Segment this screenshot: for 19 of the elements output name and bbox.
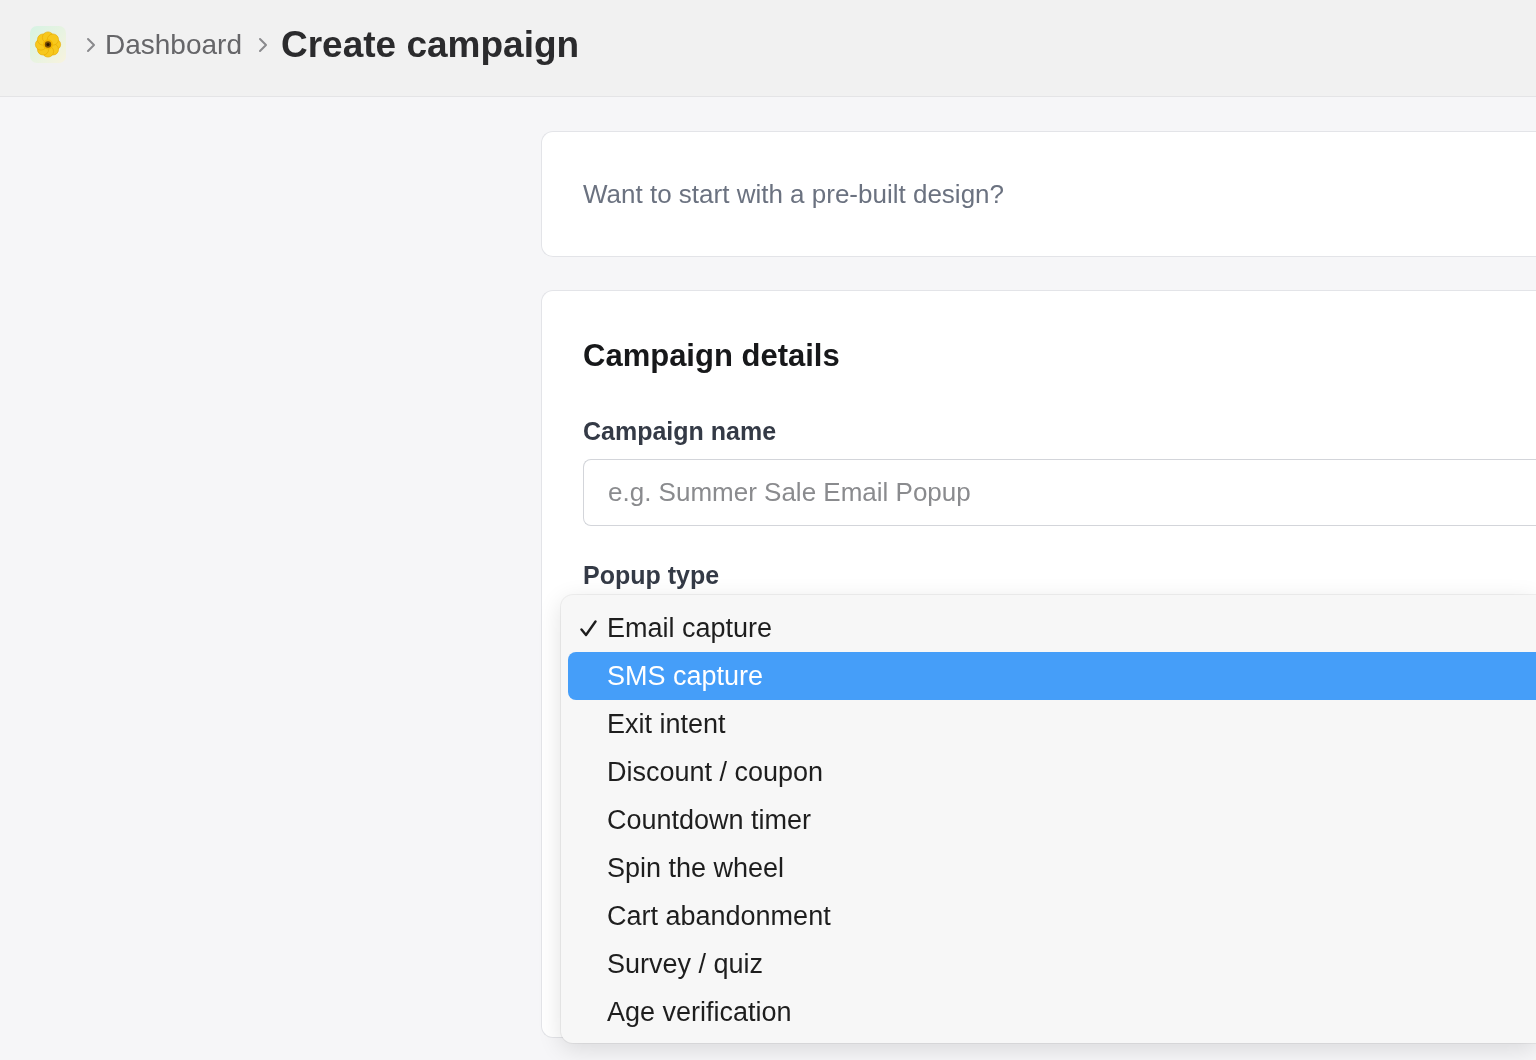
field-label: Campaign name (583, 416, 777, 446)
field-label: Popup type (583, 560, 720, 590)
menu-item[interactable]: Survey / quiz (568, 940, 1536, 988)
menu-item[interactable]: Age verification (568, 988, 1536, 1036)
template-card[interactable]: Want to start with a pre-built design? (541, 131, 1536, 257)
template-prompt-text: Want to start with a pre-built design? (583, 178, 1004, 210)
section-title: Campaign details (583, 337, 840, 375)
menu-item[interactable]: Spin the wheel (568, 844, 1536, 892)
page-title: Create campaign (281, 23, 580, 66)
chevron-right-icon (86, 36, 96, 53)
menu-item[interactable]: Countdown timer (568, 796, 1536, 844)
menu-item[interactable]: Exit intent (568, 700, 1536, 748)
breadcrumb-link[interactable]: Dashboard (105, 28, 242, 61)
menu-item[interactable]: Discount / coupon (568, 748, 1536, 796)
menu-item[interactable]: Cart abandonment (568, 892, 1536, 940)
app-logo-icon[interactable] (30, 26, 66, 63)
campaign-name-input[interactable]: e.g. Summer Sale Email Popup (583, 459, 1536, 526)
chevron-right-icon (258, 36, 268, 53)
menu-item[interactable]: Email capture (568, 604, 1536, 652)
